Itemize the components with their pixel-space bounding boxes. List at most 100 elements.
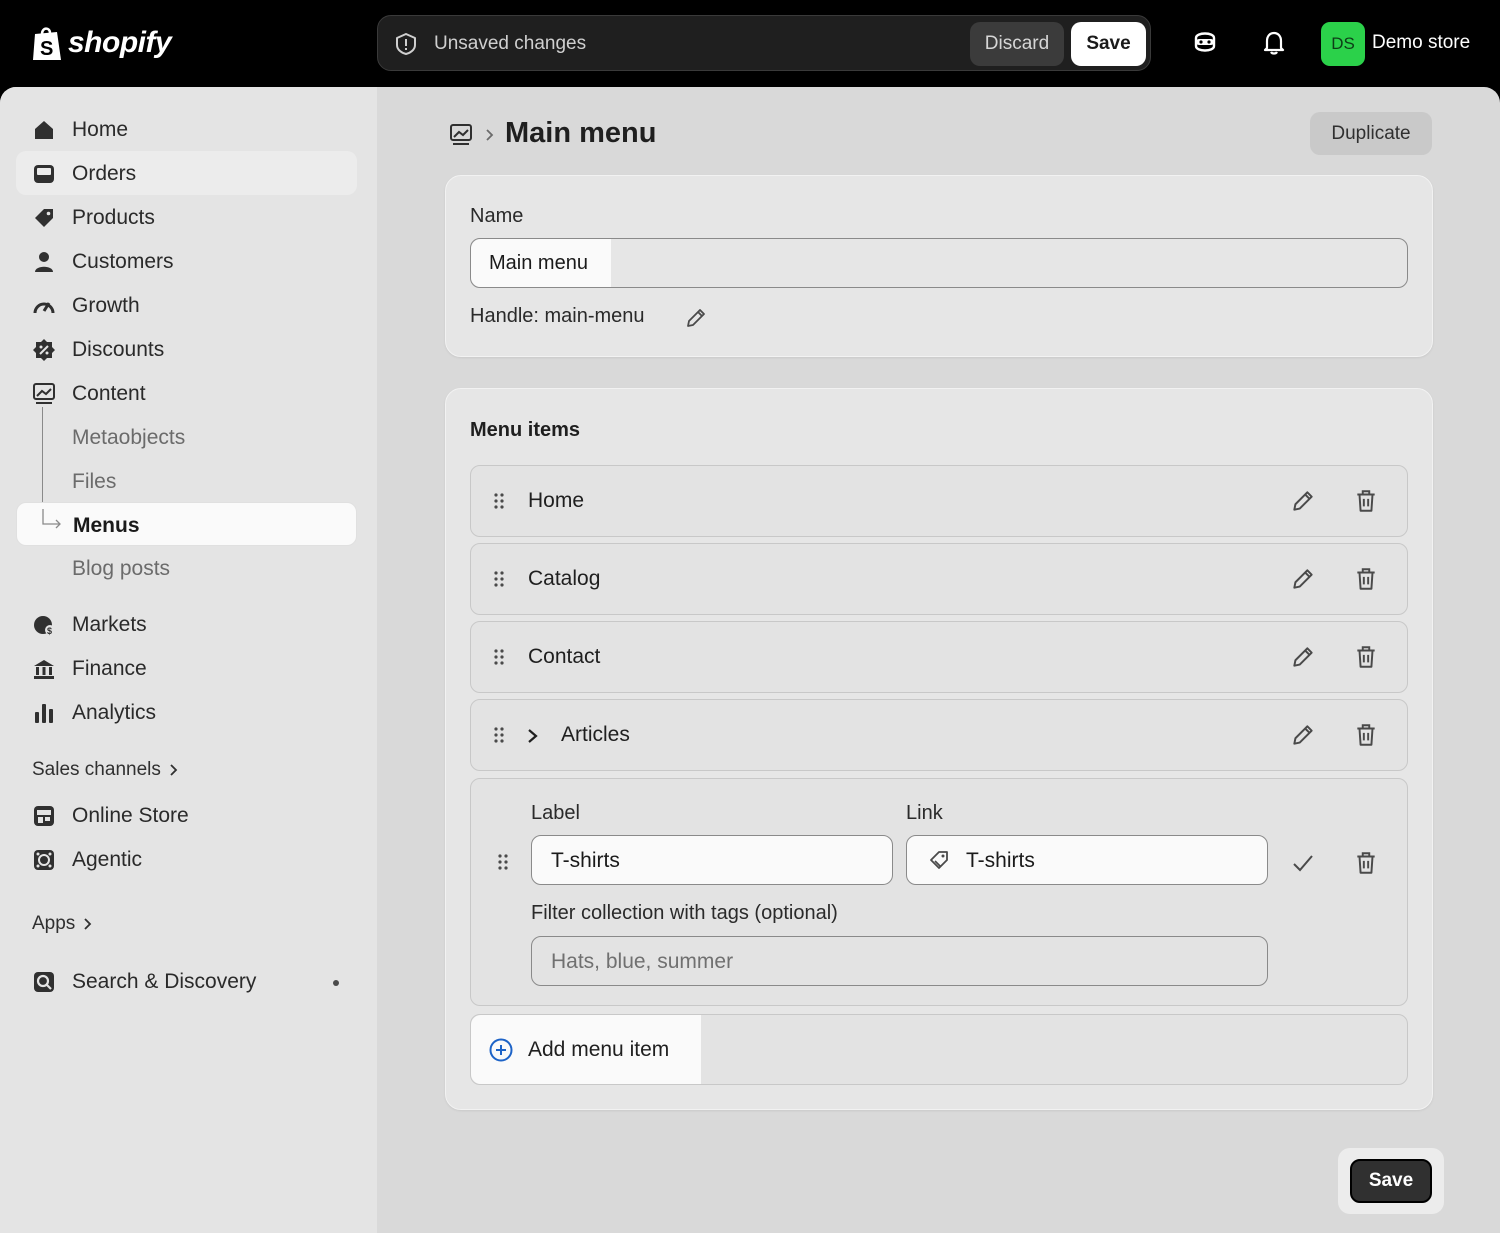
menu-item-label: Articles xyxy=(561,723,630,746)
sidebar-item-search-discovery[interactable]: Search & Discovery xyxy=(16,959,357,1003)
trash-icon[interactable] xyxy=(1353,722,1379,748)
sidebar-item-analytics[interactable]: Analytics xyxy=(16,690,357,734)
trash-icon[interactable] xyxy=(1353,644,1379,670)
sidebar-item-label: Online Store xyxy=(72,804,189,827)
sidebar-item-agentic[interactable]: Agentic xyxy=(16,837,357,881)
label-heading: Label xyxy=(531,802,580,824)
add-menu-item-button[interactable]: Add menu item xyxy=(471,1015,701,1084)
menu-item-row-contact[interactable]: Contact xyxy=(470,621,1408,693)
label-input[interactable]: T-shirts xyxy=(531,835,893,885)
menu-item-row-articles[interactable]: Articles xyxy=(470,699,1408,771)
save-button-top[interactable]: Save xyxy=(1071,22,1146,66)
unsaved-changes-bar: Unsaved changes Discard Save xyxy=(377,15,1151,71)
chevron-right-icon xyxy=(486,129,494,141)
discard-button[interactable]: Discard xyxy=(970,22,1064,66)
pencil-icon[interactable] xyxy=(1290,722,1316,748)
sidebar-item-label: Files xyxy=(72,470,117,493)
link-heading: Link xyxy=(906,802,943,824)
bank-icon xyxy=(34,660,54,679)
checkmark-icon[interactable] xyxy=(1290,850,1316,876)
sidebar-item-label: Blog posts xyxy=(72,557,171,580)
menu-item-edit-row: Label T-shirts Link T-shirts Filter coll… xyxy=(470,778,1408,1006)
sidebar-item-blog-posts[interactable]: Blog posts xyxy=(16,546,357,590)
svg-text:S: S xyxy=(40,38,53,60)
sidebar-item-finance[interactable]: Finance xyxy=(16,646,357,690)
drag-handle-icon[interactable] xyxy=(493,492,505,510)
sidekick-icon[interactable] xyxy=(1190,28,1220,58)
drag-handle-icon[interactable] xyxy=(493,726,505,744)
sidebar: Home Orders Products Customers Growth Di… xyxy=(0,87,377,1233)
plus-circle-icon xyxy=(489,1038,513,1062)
sidebar-item-content[interactable]: Content xyxy=(16,371,357,415)
avatar[interactable]: DS xyxy=(1321,22,1365,66)
agent-icon xyxy=(34,850,54,870)
filter-tags-input[interactable]: Hats, blue, summer xyxy=(531,936,1268,986)
bar-chart-icon xyxy=(35,704,53,723)
apps-label: Apps xyxy=(32,913,76,934)
status-dot xyxy=(333,980,339,986)
shopify-logo[interactable]: S shopify xyxy=(30,24,172,62)
page-title: Main menu xyxy=(505,117,657,149)
tree-branch-arrow-icon xyxy=(42,509,61,529)
sidebar-item-markets[interactable]: $ Markets xyxy=(16,602,357,646)
sidebar-item-label: Search & Discovery xyxy=(72,970,257,993)
add-menu-item-row: Add menu item xyxy=(470,1014,1408,1085)
tag-icon xyxy=(35,209,53,227)
sidebar-item-customers[interactable]: Customers xyxy=(16,239,357,283)
sidebar-item-label: Analytics xyxy=(72,701,157,724)
menu-item-row-home[interactable]: Home xyxy=(470,465,1408,537)
name-input[interactable]: Main menu xyxy=(470,238,1408,288)
sidebar-item-metaobjects[interactable]: Metaobjects xyxy=(16,415,357,459)
sidebar-item-label: Home xyxy=(72,118,129,141)
alert-icon xyxy=(396,33,416,55)
bell-icon[interactable] xyxy=(1259,28,1289,58)
store-icon xyxy=(34,806,54,826)
home-icon xyxy=(35,121,53,139)
sidebar-item-label: Content xyxy=(72,382,146,405)
sidebar-item-home[interactable]: Home xyxy=(16,107,357,151)
shopify-bag-icon: S xyxy=(33,27,61,60)
sidebar-item-growth[interactable]: Growth xyxy=(16,283,357,327)
unsaved-changes-text: Unsaved changes xyxy=(434,33,587,54)
drag-handle-icon[interactable] xyxy=(493,648,505,666)
drag-handle-icon[interactable] xyxy=(497,853,509,871)
menu-item-label: Home xyxy=(528,489,585,512)
image-icon xyxy=(33,383,55,404)
save-button[interactable]: Save xyxy=(1350,1159,1432,1203)
sidebar-item-label: Markets xyxy=(72,613,147,636)
chevron-right-icon xyxy=(84,918,92,930)
trash-icon[interactable] xyxy=(1353,850,1379,876)
pencil-icon[interactable] xyxy=(1290,644,1316,670)
sidebar-item-orders[interactable]: Orders xyxy=(16,151,357,195)
pencil-icon[interactable] xyxy=(684,306,708,330)
chevron-right-icon[interactable] xyxy=(526,726,540,746)
svg-text:$: $ xyxy=(47,626,52,636)
top-bar: S shopify Unsaved changes Discard Save D… xyxy=(0,0,1500,87)
sidebar-item-online-store[interactable]: Online Store xyxy=(16,793,357,837)
duplicate-button[interactable]: Duplicate xyxy=(1310,112,1432,155)
sidebar-item-menus[interactable]: Menus xyxy=(16,502,357,546)
trash-icon[interactable] xyxy=(1353,488,1379,514)
sidebar-item-files[interactable]: Files xyxy=(16,459,357,503)
menu-item-row-catalog[interactable]: Catalog xyxy=(470,543,1408,615)
sidebar-item-products[interactable]: Products xyxy=(16,195,357,239)
tag-outline-icon xyxy=(930,851,948,869)
name-label: Name xyxy=(470,205,524,227)
inbox-icon xyxy=(34,165,54,183)
name-card: Name Main menu Handle: main-menu xyxy=(445,175,1433,357)
sales-channels-label: Sales channels xyxy=(32,759,161,780)
pencil-icon[interactable] xyxy=(1290,566,1316,592)
menu-item-label: Catalog xyxy=(528,567,601,590)
sidebar-item-label: Customers xyxy=(72,250,174,273)
sales-channels-heading[interactable]: Sales channels xyxy=(32,759,179,781)
store-name[interactable]: Demo store xyxy=(1372,32,1470,54)
sidebar-item-label: Products xyxy=(72,206,155,229)
sidebar-item-discounts[interactable]: Discounts xyxy=(16,327,357,371)
pencil-icon[interactable] xyxy=(1290,488,1316,514)
trash-icon[interactable] xyxy=(1353,566,1379,592)
drag-handle-icon[interactable] xyxy=(493,570,505,588)
link-input[interactable]: T-shirts xyxy=(906,835,1268,885)
content-breadcrumb-icon[interactable] xyxy=(449,123,473,147)
apps-heading[interactable]: Apps xyxy=(32,913,93,935)
gauge-icon xyxy=(33,302,55,314)
